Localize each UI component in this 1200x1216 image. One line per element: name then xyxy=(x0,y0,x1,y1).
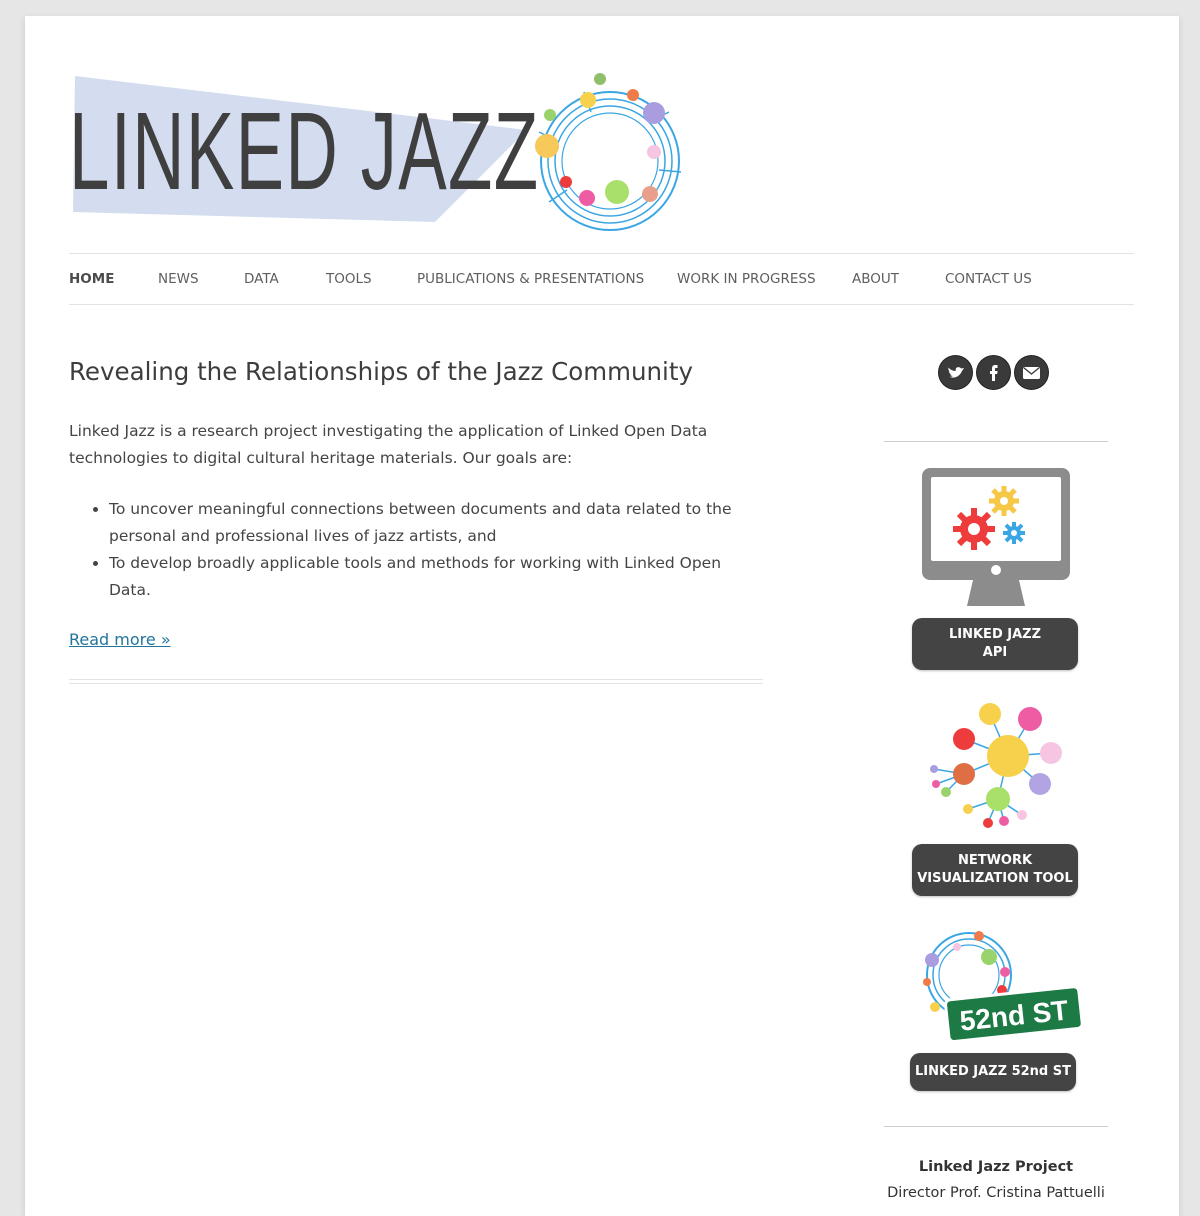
article-divider xyxy=(69,679,763,684)
52nd-st-button-label: LINKED JAZZ 52nd ST xyxy=(915,1064,1071,1079)
nav-data[interactable]: DATA xyxy=(244,254,279,304)
facebook-icon[interactable] xyxy=(977,356,1010,389)
sidebar-divider xyxy=(884,1126,1108,1127)
project-info: Linked Jazz Project Director Prof. Crist… xyxy=(884,1154,1108,1206)
page-container: LINKED JAZZ HOME NEWS DATA TOOLS PUBLICA… xyxy=(25,16,1179,1216)
nav-contact-us[interactable]: CONTACT US xyxy=(945,254,1032,304)
network-button-label: NETWORK VISUALIZATION TOOL xyxy=(917,853,1073,886)
goal-item: To uncover meaningful connections betwee… xyxy=(109,496,764,550)
main-content: Revealing the Relationships of the Jazz … xyxy=(69,352,764,649)
network-graph-icon xyxy=(930,703,1062,828)
logo-circle-icon xyxy=(535,73,682,231)
nav-work-in-progress[interactable]: WORK IN PROGRESS xyxy=(677,254,816,304)
goals-list: To uncover meaningful connections betwee… xyxy=(69,496,764,604)
nav-home[interactable]: HOME xyxy=(69,254,114,304)
nav-publications[interactable]: PUBLICATIONS & PRESENTATIONS xyxy=(417,254,644,304)
52nd-st-widget[interactable]: 52nd ST LINKED JAZZ 52nd ST xyxy=(884,927,1108,1097)
main-navigation: HOME NEWS DATA TOOLS PUBLICATIONS & PRES… xyxy=(69,253,1134,305)
monitor-gears-icon xyxy=(922,468,1070,606)
project-director: Director Prof. Cristina Pattuelli xyxy=(887,1185,1105,1201)
nav-about[interactable]: ABOUT xyxy=(852,254,899,304)
article-title[interactable]: Revealing the Relationships of the Jazz … xyxy=(69,352,764,392)
api-widget[interactable]: LINKED JAZZ API xyxy=(884,466,1108,676)
api-button-label: LINKED JAZZ API xyxy=(948,627,1042,660)
nav-news[interactable]: NEWS xyxy=(158,254,199,304)
logo-wordmark: LINKED JAZZ xyxy=(69,90,540,213)
network-visualization-button[interactable]: NETWORK VISUALIZATION TOOL xyxy=(912,844,1078,896)
article-intro: Linked Jazz is a research project invest… xyxy=(69,422,708,467)
52nd-st-sign-icon: 52nd ST xyxy=(923,931,1082,1044)
goal-item: To develop broadly applicable tools and … xyxy=(109,550,764,604)
network-widget[interactable]: NETWORK VISUALIZATION TOOL xyxy=(884,699,1108,899)
nav-tools[interactable]: TOOLS xyxy=(326,254,372,304)
read-more-link[interactable]: Read more » xyxy=(69,630,171,649)
project-title: Linked Jazz Project xyxy=(918,1159,1074,1175)
52nd-st-button[interactable]: LINKED JAZZ 52nd ST xyxy=(910,1053,1076,1091)
twitter-icon[interactable] xyxy=(939,356,972,389)
email-icon[interactable] xyxy=(1015,356,1048,389)
sidebar-divider xyxy=(884,441,1108,442)
site-logo[interactable]: LINKED JAZZ xyxy=(69,72,689,242)
api-button[interactable]: LINKED JAZZ API xyxy=(912,618,1078,670)
